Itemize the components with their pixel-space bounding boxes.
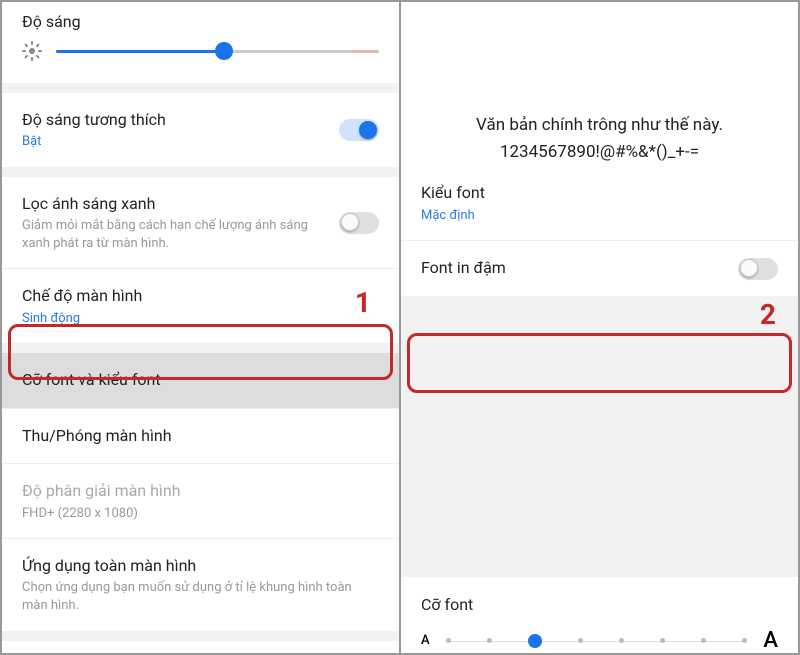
adaptive-brightness-toggle[interactable] (339, 119, 379, 141)
bluelight-toggle[interactable] (339, 212, 379, 234)
bluelight-desc: Giảm mỏi mắt bằng cách hạn chế lượng ánh… (22, 217, 339, 252)
preview-text-line2: 1234567890!@#%&*()_+-= (421, 139, 778, 166)
brightness-icon (22, 41, 42, 61)
screen-mode-value: Sinh động (22, 310, 379, 328)
adaptive-brightness-title: Độ sáng tương thích (22, 109, 339, 131)
screen-zoom-row[interactable]: Thu/Phóng màn hình (2, 409, 399, 464)
font-size-style-label: Cỡ font và kiểu font (22, 369, 379, 391)
brightness-thumb[interactable] (215, 42, 233, 60)
font-size-dots[interactable] (442, 631, 752, 651)
font-style-row[interactable]: Kiểu font Mặc định (401, 166, 798, 241)
resolution-value: FHD+ (2280 x 1080) (22, 505, 379, 523)
big-a-icon: A (763, 628, 778, 653)
screen-mode-row[interactable]: Chế độ màn hình Sinh động (2, 269, 399, 343)
bold-font-toggle[interactable] (738, 258, 778, 280)
font-size-label: Cỡ font (421, 595, 778, 614)
annotation-number-1: 1 (355, 286, 371, 319)
preview-text-line1: Văn bản chính trông như thế này. (421, 112, 778, 139)
screen-zoom-label: Thu/Phóng màn hình (22, 425, 379, 447)
font-style-value: Mặc định (421, 207, 778, 225)
font-size-style-row[interactable]: Cỡ font và kiểu font (2, 353, 399, 408)
font-size-section: Cỡ font A A (401, 577, 798, 653)
screenshot-container: Độ sáng (0, 0, 800, 655)
bluelight-filter-row[interactable]: Lọc ánh sáng xanh Giảm mỏi mắt bằng cách… (2, 177, 399, 269)
fullscreen-apps-desc: Chọn ứng dụng bạn muốn sử dụng ở tỉ lệ k… (22, 579, 379, 614)
font-style-title: Kiểu font (421, 182, 778, 204)
brightness-section: Độ sáng (2, 2, 399, 83)
brightness-label: Độ sáng (22, 12, 379, 31)
bold-font-row[interactable]: Font in đậm (401, 241, 798, 295)
cutoff-row (2, 641, 399, 653)
brightness-slider[interactable] (22, 41, 379, 61)
resolution-row[interactable]: Độ phân giải màn hình FHD+ (2280 x 1080) (2, 464, 399, 539)
bluelight-title: Lọc ánh sáng xanh (22, 193, 339, 215)
adaptive-brightness-status: Bật (22, 133, 339, 151)
resolution-title: Độ phân giải màn hình (22, 480, 379, 502)
font-size-thumb[interactable] (528, 634, 542, 648)
adaptive-brightness-row[interactable]: Độ sáng tương thích Bật (2, 93, 399, 167)
annotation-number-2: 2 (760, 298, 776, 331)
font-settings-panel: Văn bản chính trông như thế này. 1234567… (401, 2, 798, 653)
screen-mode-title: Chế độ màn hình (22, 285, 379, 307)
display-settings-panel: Độ sáng (2, 2, 401, 653)
brightness-track[interactable] (56, 50, 379, 53)
small-a-icon: A (421, 633, 430, 648)
font-size-slider[interactable]: A A (421, 628, 778, 653)
bold-font-label: Font in đậm (421, 257, 738, 279)
fullscreen-apps-title: Ứng dụng toàn màn hình (22, 555, 379, 577)
fullscreen-apps-row[interactable]: Ứng dụng toàn màn hình Chọn ứng dụng bạn… (2, 539, 399, 630)
